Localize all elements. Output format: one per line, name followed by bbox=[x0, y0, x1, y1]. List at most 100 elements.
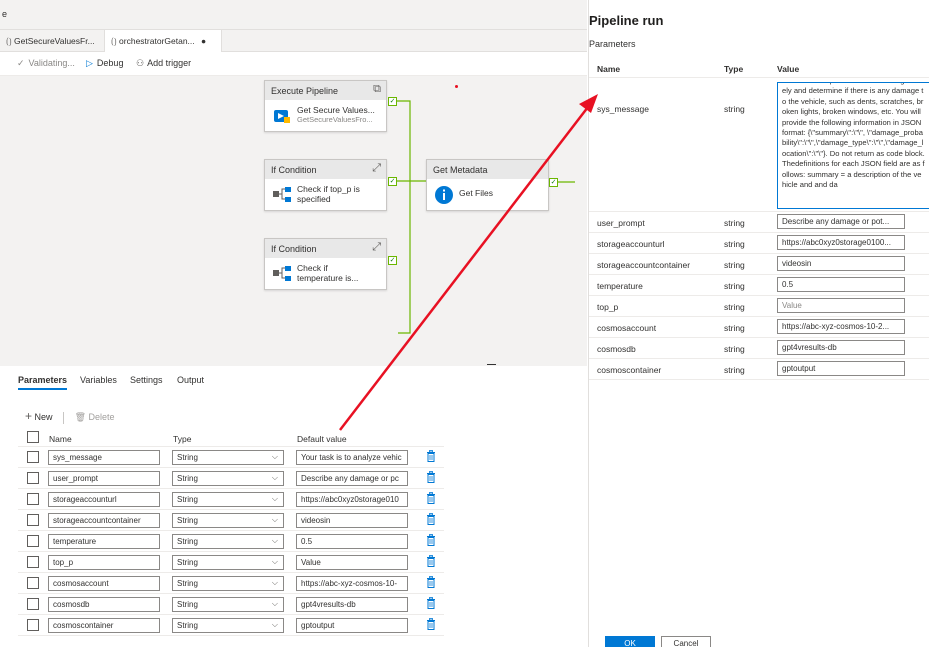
param-name-input[interactable]: top_p bbox=[48, 555, 160, 570]
param-name: storageaccounturl bbox=[597, 239, 665, 249]
chevron-down-icon: ⌵ bbox=[271, 452, 278, 461]
add-trigger-button[interactable]: ⚇ Add trigger bbox=[136, 58, 191, 69]
param-value-input[interactable]: gptoutput bbox=[777, 361, 905, 376]
success-check-icon[interactable]: ✓ bbox=[388, 177, 397, 186]
header-value: Value bbox=[777, 64, 800, 74]
node-header-label: If Condition bbox=[271, 165, 317, 175]
param-default-input[interactable]: 0.5 bbox=[296, 534, 408, 549]
trash-icon[interactable] bbox=[426, 618, 436, 630]
trash-icon[interactable] bbox=[426, 492, 436, 504]
param-default-input[interactable]: https://abc-xyz-cosmos-10- bbox=[296, 576, 408, 591]
param-default-input[interactable]: https://abc0xyz0storage010 bbox=[296, 492, 408, 507]
trash-icon[interactable] bbox=[426, 471, 436, 483]
param-value-input[interactable]: https://abc0xyz0storage0100... bbox=[777, 235, 905, 250]
cancel-button[interactable]: Cancel bbox=[661, 636, 711, 647]
param-value-input[interactable]: gpt4vresults-db bbox=[777, 340, 905, 355]
debug-button[interactable]: ▷ Debug bbox=[86, 58, 123, 69]
success-check-icon[interactable]: ✓ bbox=[388, 97, 397, 106]
tab-parameters[interactable]: Parameters bbox=[18, 375, 68, 390]
param-name-input[interactable]: sys_message bbox=[48, 450, 160, 465]
param-default-input[interactable]: gpt4vresults-db bbox=[296, 597, 408, 612]
trash-icon[interactable] bbox=[426, 576, 436, 588]
row-checkbox[interactable] bbox=[27, 514, 39, 526]
delete-label: Delete bbox=[88, 412, 115, 422]
open-icon[interactable]: ⧉ bbox=[373, 83, 381, 96]
pipeline-icon: ⟮⟯ bbox=[6, 36, 12, 46]
expand-icon[interactable]: ⤢ bbox=[372, 241, 381, 254]
trash-icon[interactable] bbox=[426, 555, 436, 567]
param-name-input[interactable]: cosmosaccount bbox=[48, 576, 160, 591]
param-value-input[interactable]: videosin bbox=[777, 256, 905, 271]
pipeline-canvas[interactable]: Execute Pipeline ⧉ Get Secure Values... … bbox=[0, 76, 587, 366]
param-type-select[interactable]: String ⌵ bbox=[172, 513, 284, 528]
row-checkbox[interactable] bbox=[27, 451, 39, 463]
tab-orchestrator[interactable]: ⟮⟯ orchestratorGetan... ● bbox=[104, 30, 222, 52]
table-row: user_prompt string Describe any damage or … bbox=[589, 212, 929, 233]
param-type-select[interactable]: String ⌵ bbox=[172, 450, 284, 465]
node-if-condition-temperature[interactable]: If Condition ⤢ Check if temperature is..… bbox=[264, 238, 387, 290]
param-value-input[interactable]: Value bbox=[777, 298, 905, 313]
param-default-input[interactable]: Your task is to analyze vehic bbox=[296, 450, 408, 465]
top-strip-text: e bbox=[2, 9, 8, 19]
param-type-value: String bbox=[177, 495, 198, 504]
select-all-checkbox[interactable] bbox=[27, 431, 39, 443]
param-value-input[interactable]: Describe any damage or pot... bbox=[777, 214, 905, 229]
row-checkbox[interactable] bbox=[27, 598, 39, 610]
chevron-down-icon: ⌵ bbox=[271, 536, 278, 545]
success-check-icon[interactable]: ✓ bbox=[549, 178, 558, 187]
param-type-select[interactable]: String ⌵ bbox=[172, 471, 284, 486]
new-button[interactable]: + New bbox=[25, 409, 55, 423]
row-checkbox[interactable] bbox=[27, 493, 39, 505]
trash-icon[interactable] bbox=[426, 597, 436, 609]
tab-output[interactable]: Output bbox=[177, 375, 204, 385]
trash-icon[interactable] bbox=[426, 513, 436, 525]
node-line-2: temperature is... bbox=[297, 273, 359, 283]
validating-button[interactable]: ✓ Validating... bbox=[17, 58, 75, 69]
delete-button[interactable]: 🗑︎ Delete bbox=[75, 412, 115, 422]
node-execute-pipeline[interactable]: Execute Pipeline ⧉ Get Secure Values... … bbox=[264, 80, 387, 132]
table-row: cosmosdb string gpt4vresults-db bbox=[589, 338, 929, 359]
param-type-select[interactable]: String ⌵ bbox=[172, 492, 284, 507]
param-default-input[interactable]: videosin bbox=[296, 513, 408, 528]
param-default-input[interactable]: Value bbox=[296, 555, 408, 570]
row-checkbox[interactable] bbox=[27, 535, 39, 547]
row-checkbox[interactable] bbox=[27, 556, 39, 568]
param-type-select[interactable]: String ⌵ bbox=[172, 576, 284, 591]
node-get-metadata[interactable]: Get Metadata Get Files bbox=[426, 159, 549, 211]
tab-variables[interactable]: Variables bbox=[80, 375, 117, 385]
node-if-condition-top-p[interactable]: If Condition ⤢ Check if top_p is specifi… bbox=[264, 159, 387, 211]
param-value-input[interactable]: 0.5 bbox=[777, 277, 905, 292]
param-type-select[interactable]: String ⌵ bbox=[172, 555, 284, 570]
row-checkbox[interactable] bbox=[27, 472, 39, 484]
trash-icon[interactable] bbox=[426, 534, 436, 546]
param-type-select[interactable]: String ⌵ bbox=[172, 597, 284, 612]
param-default-input[interactable]: gptoutput bbox=[296, 618, 408, 633]
param-name-input[interactable]: cosmosdb bbox=[48, 597, 160, 612]
tab-settings[interactable]: Settings bbox=[130, 375, 163, 385]
chevron-down-icon: ⌵ bbox=[271, 599, 278, 608]
success-check-icon[interactable]: ✓ bbox=[388, 256, 397, 265]
panel-resize-handle[interactable] bbox=[487, 364, 496, 365]
param-default-input[interactable]: Describe any damage or pc bbox=[296, 471, 408, 486]
param-name-input[interactable]: storageaccounturl bbox=[48, 492, 160, 507]
param-name-input[interactable]: storageaccountcontainer bbox=[48, 513, 160, 528]
trash-icon[interactable] bbox=[426, 450, 436, 462]
ok-button[interactable]: OK bbox=[605, 636, 655, 647]
param-type-select[interactable]: String ⌵ bbox=[172, 618, 284, 633]
param-type-select[interactable]: String ⌵ bbox=[172, 534, 284, 549]
add-trigger-label: Add trigger bbox=[147, 58, 192, 68]
row-checkbox[interactable] bbox=[27, 577, 39, 589]
param-type: string bbox=[724, 302, 745, 312]
param-name-input[interactable]: temperature bbox=[48, 534, 160, 549]
param-name-input[interactable]: user_prompt bbox=[48, 471, 160, 486]
expand-icon[interactable]: ⤢ bbox=[372, 162, 381, 175]
sys-message-textarea[interactable]: ou need to inspect the video or image cl… bbox=[777, 82, 929, 209]
table-row: sys_message String ⌵ Your task is to analyz… bbox=[18, 447, 444, 468]
header-type: Type bbox=[724, 64, 744, 74]
tab-getsecurevalues[interactable]: ⟮⟯ GetSecureValuesFr... bbox=[0, 30, 104, 52]
param-value-input[interactable]: https://abc-xyz-cosmos-10-2... bbox=[777, 319, 905, 334]
param-name-input[interactable]: cosmoscontainer bbox=[48, 618, 160, 633]
param-type: string bbox=[724, 104, 745, 114]
header-name: Name bbox=[597, 64, 621, 74]
row-checkbox[interactable] bbox=[27, 619, 39, 631]
